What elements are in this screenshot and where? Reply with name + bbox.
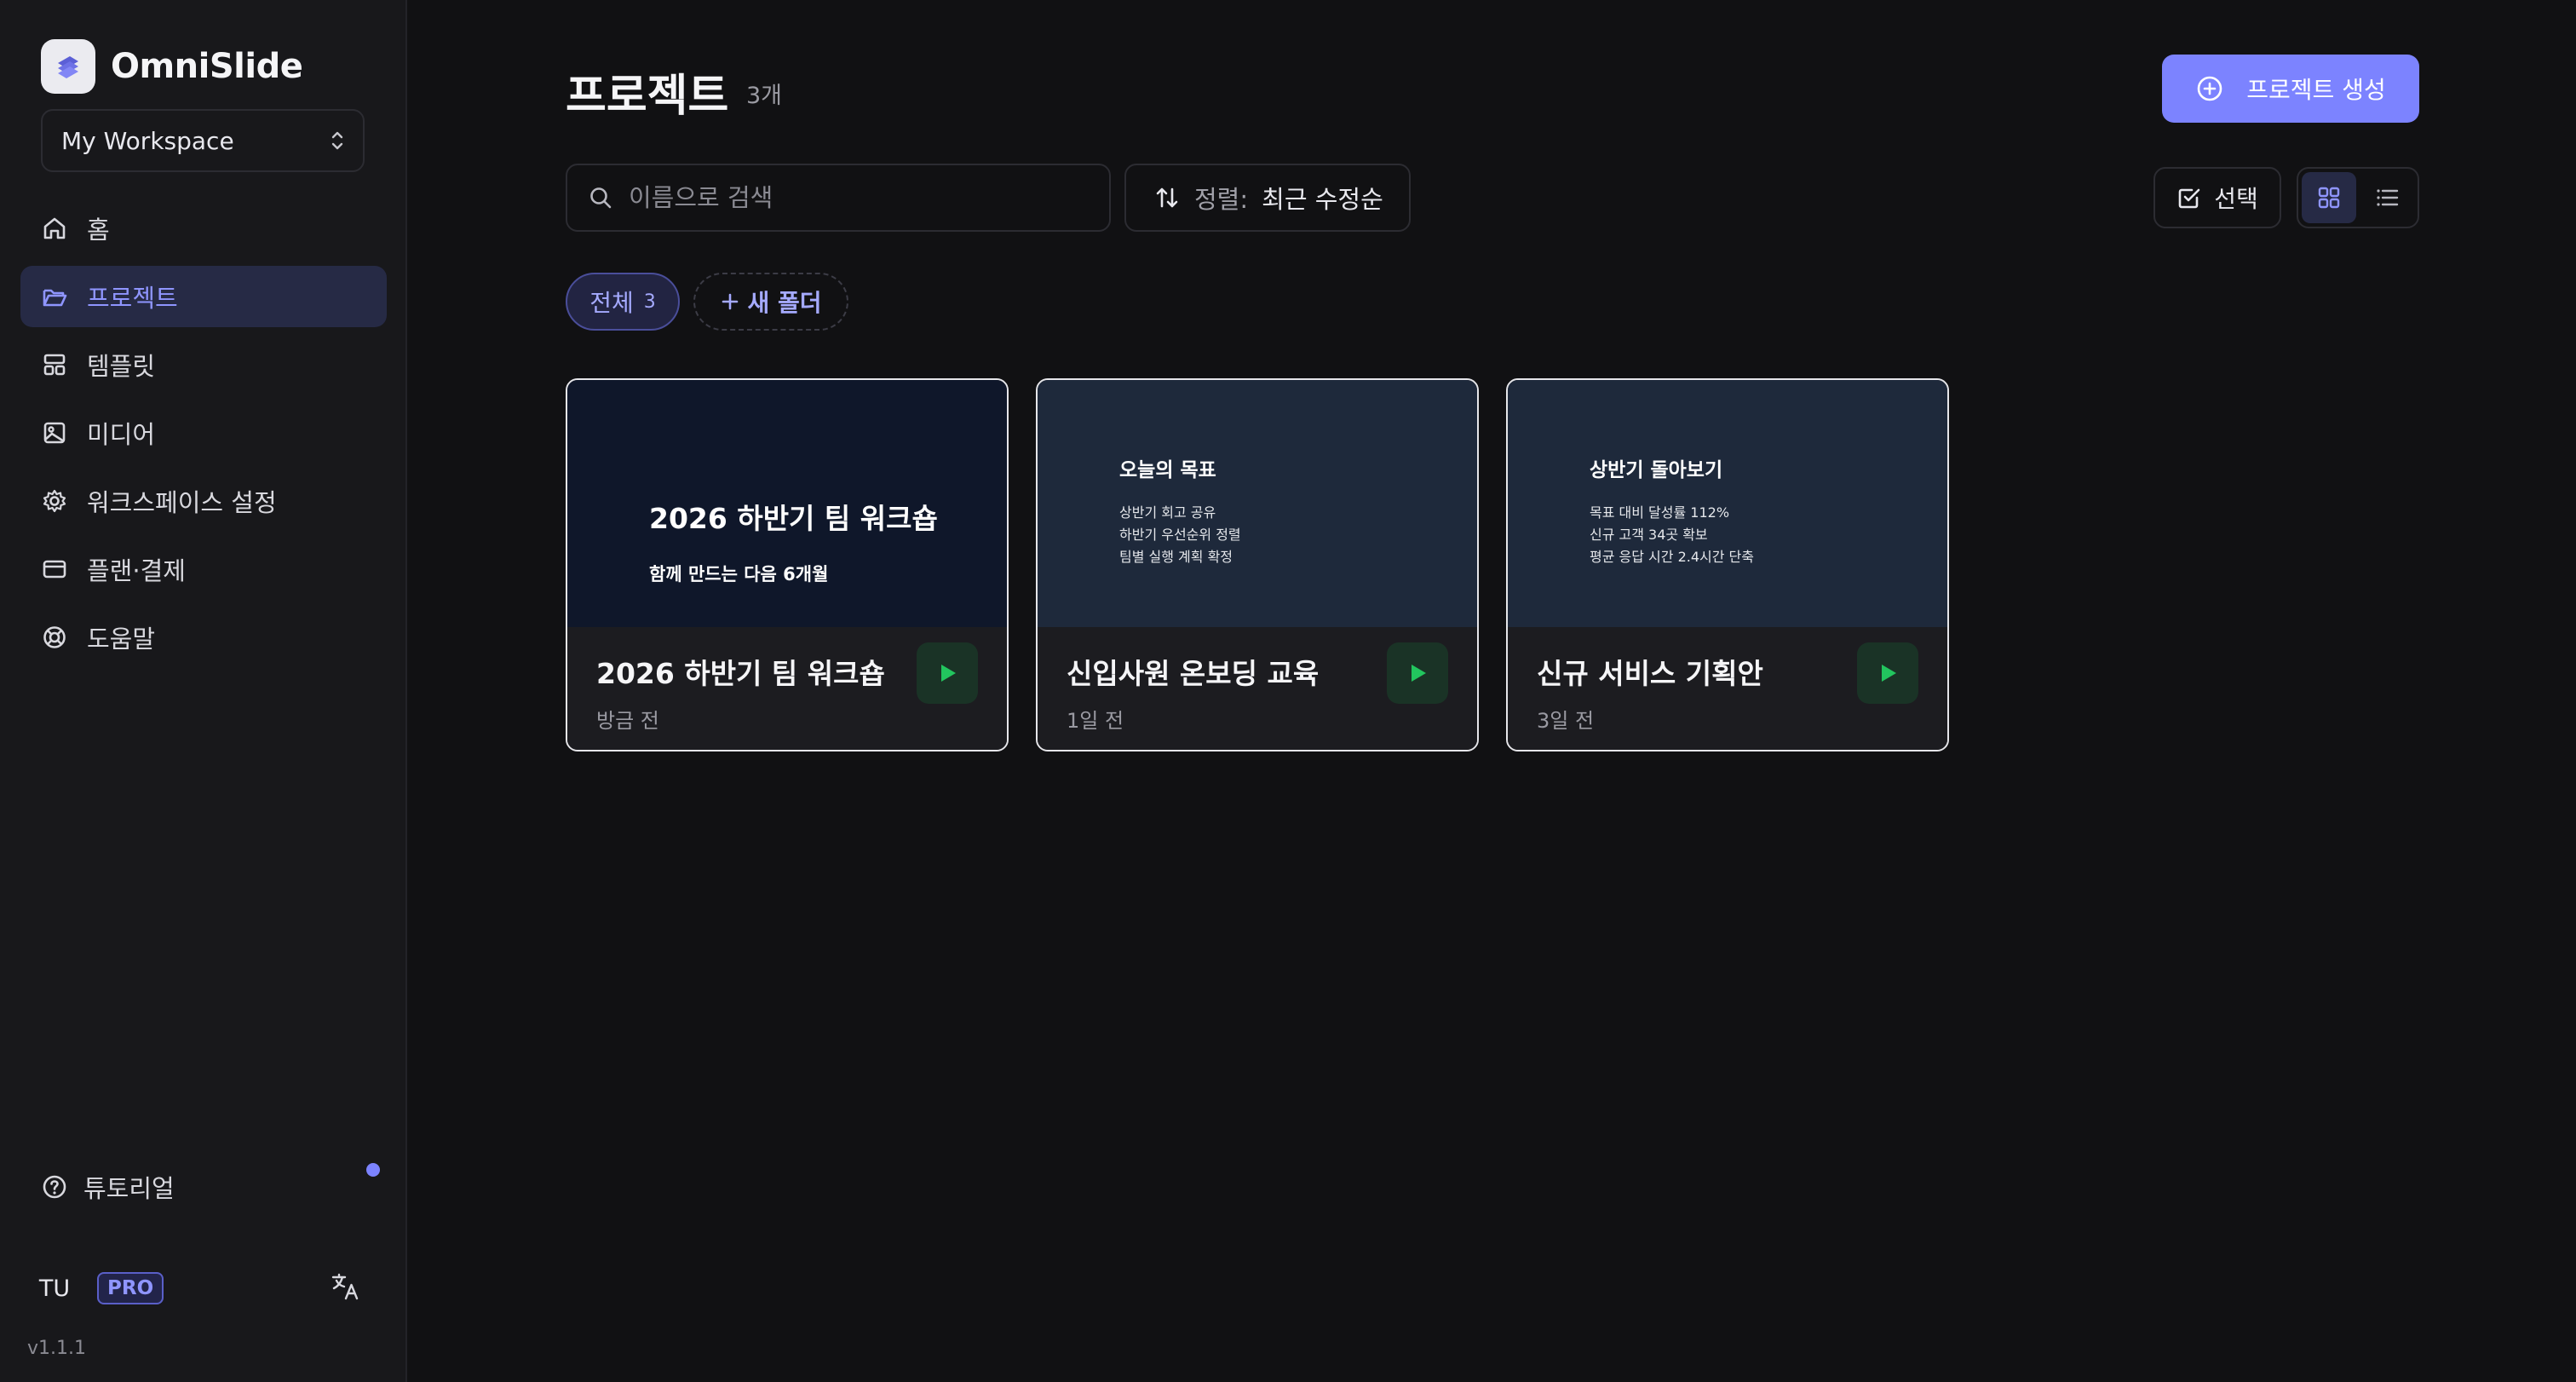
project-card[interactable]: 2026 하반기 팀 워크숍 함께 만드는 다음 6개월 2026 하반기 팀 … [566,378,1009,751]
brand[interactable]: OmniSlide [41,39,303,94]
new-folder-button[interactable]: 새 폴더 [693,273,848,331]
thumbnail-line: 상반기 회고 공유 [1119,504,1216,521]
folder-open-icon [43,289,67,307]
folder-chip-count: 3 [643,291,656,313]
sort-value: 최근 수정순 [1262,185,1383,214]
view-toggle [2297,167,2419,228]
play-icon [1882,665,1896,682]
sidebar-item-label: 홈 [87,216,110,245]
play-icon [1412,665,1426,682]
sidebar-item-home[interactable]: 홈 [20,198,387,259]
sidebar-nav: 홈 프로젝트 템플릿 미디어 워크스페이스 설정 플랜·결제 도움말 [20,198,387,675]
project-card-info: 2026 하반기 팀 워크숍 방금 전 [567,627,1007,750]
tutorial-button[interactable]: 튜토리얼 [41,1169,175,1205]
sidebar-item-label: 프로젝트 [87,284,178,313]
lifebuoy-icon [43,626,66,648]
thumbnail-line: 목표 대비 달성률 112% [1590,504,1730,521]
question-circle-icon [43,1175,66,1199]
user-menu[interactable]: TU PRO [27,1261,164,1316]
avatar: TU [38,1275,71,1302]
search-input[interactable] [629,183,1089,212]
sort-arrows-icon [1156,187,1178,208]
project-count: 3개 [746,83,783,109]
app-version: v1.1.1 [27,1338,86,1359]
workspace-select-value: My Workspace [61,126,234,155]
project-updated-time: 3일 전 [1537,709,1595,733]
tutorial-label: 튜토리얼 [83,1174,175,1203]
project-updated-time: 1일 전 [1067,709,1124,733]
project-thumbnail[interactable]: 상반기 돌아보기 목표 대비 달성률 112% 신규 고객 34곳 확보 평균 … [1508,380,1947,627]
page-title: 프로젝트 [566,71,729,122]
sidebar-item-label: 도움말 [87,625,156,654]
project-name: 2026 하반기 팀 워크숍 [596,657,885,690]
plan-badge: PRO [97,1272,164,1304]
grid-view-button[interactable] [2302,172,2356,223]
project-card-info: 신입사원 온보딩 교육 1일 전 [1038,627,1477,750]
project-card[interactable]: 상반기 돌아보기 목표 대비 달성률 112% 신규 고객 34곳 확보 평균 … [1506,378,1949,751]
chevron-up-down-icon [331,131,343,150]
sidebar-item-billing[interactable]: 플랜·결제 [20,538,387,600]
sort-button[interactable]: 정렬: 최근 수정순 [1124,164,1411,232]
sidebar-item-templates[interactable]: 템플릿 [20,334,387,395]
present-button[interactable] [1387,642,1448,704]
language-button[interactable] [329,1270,363,1304]
thumbnail-title: 2026 하반기 팀 워크숍 [649,502,938,535]
project-thumbnail[interactable]: 오늘의 목표 상반기 회고 공유 하반기 우선순위 정렬 팀별 실행 계획 확정 [1038,380,1477,627]
sidebar-item-label: 워크스페이스 설정 [87,488,277,517]
create-project-button[interactable]: 프로젝트 생성 [2162,55,2419,123]
gear-icon [43,489,66,513]
thumbnail-line: 신규 고객 34곳 확보 [1590,527,1708,543]
folder-chip-all[interactable]: 전체 3 [566,273,680,331]
select-mode-button[interactable]: 선택 [2153,167,2281,228]
search-box[interactable] [566,164,1111,232]
project-card-info: 신규 서비스 기획안 3일 전 [1508,627,1947,750]
project-name: 신입사원 온보딩 교육 [1067,657,1320,690]
sidebar-item-label: 템플릿 [87,352,156,381]
thumbnail-line: 하반기 우선순위 정렬 [1119,527,1241,543]
translate-icon [331,1273,359,1300]
new-folder-label: 새 폴더 [747,289,822,317]
plus-icon [722,293,739,310]
thumbnail-title: 오늘의 목표 [1119,459,1216,481]
workspace-select[interactable]: My Workspace [41,109,365,172]
plus-circle-icon [2197,76,2222,101]
create-project-label: 프로젝트 생성 [2246,76,2386,104]
sidebar-item-media[interactable]: 미디어 [20,402,387,464]
credit-card-icon [43,560,66,579]
brand-name: OmniSlide [111,47,303,86]
project-thumbnail[interactable]: 2026 하반기 팀 워크숍 함께 만드는 다음 6개월 [567,380,1007,627]
grid-icon [2318,187,2340,209]
project-updated-time: 방금 전 [596,709,659,733]
present-button[interactable] [917,642,978,704]
sidebar-item-projects[interactable]: 프로젝트 [20,266,387,327]
sidebar-item-label: 미디어 [87,420,156,449]
thumbnail-subtitle: 함께 만드는 다음 6개월 [649,564,829,584]
play-icon [941,665,956,682]
select-mode-label: 선택 [2214,185,2258,213]
project-card[interactable]: 오늘의 목표 상반기 회고 공유 하반기 우선순위 정렬 팀별 실행 계획 확정… [1036,378,1479,751]
thumbnail-line: 팀별 실행 계획 확정 [1119,549,1233,565]
search-icon [590,187,612,209]
sidebar: OmniSlide My Workspace 홈 프로젝트 템플릿 미디어 워크… [0,0,407,1382]
sidebar-item-label: 플랜·결제 [87,556,186,585]
project-name: 신규 서비스 기획안 [1537,657,1763,690]
present-button[interactable] [1857,642,1918,704]
sort-prefix: 정렬: [1194,185,1249,214]
sidebar-item-workspace-settings[interactable]: 워크스페이스 설정 [20,470,387,532]
list-icon [2377,189,2399,206]
thumbnail-line: 평균 응답 시간 2.4시간 단축 [1590,549,1754,565]
home-icon [43,217,66,239]
folder-chip-label: 전체 [589,289,634,317]
template-icon [43,354,66,376]
checkbox-icon [2178,188,2200,209]
thumbnail-title: 상반기 돌아보기 [1590,459,1723,481]
image-icon [43,422,66,444]
notification-dot [366,1163,380,1177]
omnislide-logo-icon [41,39,95,94]
list-view-button[interactable] [2360,172,2414,223]
sidebar-item-help[interactable]: 도움말 [20,607,387,668]
